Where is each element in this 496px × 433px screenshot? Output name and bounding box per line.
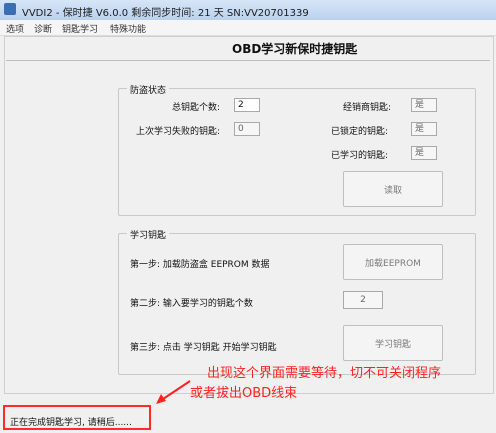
annotation-arrow-icon <box>156 380 191 404</box>
key-count-field[interactable]: 2 <box>343 291 383 309</box>
dealer-key-field: 是 <box>411 98 437 112</box>
total-keys-label: 总钥匙个数: <box>172 103 221 113</box>
title-bar: VVDI2 - 保时捷 V6.0.0 剩余同步时间: 21 天 SN:VV207… <box>0 0 496 20</box>
locked-key-label: 已锁定的钥匙: <box>331 127 389 137</box>
learned-key-field: 是 <box>411 146 437 160</box>
learned-key-label: 已学习的钥匙: <box>331 151 389 161</box>
menu-bar: 选项 诊断 钥匙学习 特殊功能 <box>0 20 496 36</box>
page-title: OBD学习新保时捷钥匙 <box>232 42 358 56</box>
menu-special[interactable]: 特殊功能 <box>110 22 146 35</box>
total-keys-field[interactable]: 2 <box>234 98 260 112</box>
app-icon <box>4 3 16 15</box>
immobilizer-status-legend: 防盗状态 <box>127 83 170 96</box>
dealer-key-label: 经销商钥匙: <box>343 103 392 113</box>
annotation-line1: 出现这个界面需要等待，切不可关闭程序 <box>207 366 442 381</box>
window-title: VVDI2 - 保时捷 V6.0.0 剩余同步时间: 21 天 SN:VV207… <box>22 8 309 19</box>
learn-key-button[interactable]: 学习钥匙 <box>343 325 443 361</box>
menu-diagnose[interactable]: 诊断 <box>34 22 52 35</box>
menu-options[interactable]: 选项 <box>6 22 24 35</box>
title-divider <box>6 60 490 61</box>
last-failed-field: 0 <box>234 122 260 136</box>
annotation-line2: 或者拔出OBD线束 <box>190 386 298 401</box>
load-eeprom-button[interactable]: 加载EEPROM <box>343 244 443 280</box>
status-text: 正在完成钥匙学习, 请稍后...... <box>10 418 132 428</box>
menu-key-learn[interactable]: 钥匙学习 <box>62 22 98 35</box>
step2-label: 第二步: 输入要学习的钥匙个数 <box>130 299 253 309</box>
last-failed-label: 上次学习失败的钥匙: <box>136 127 221 137</box>
step3-label: 第三步: 点击 学习钥匙 开始学习钥匙 <box>130 343 277 353</box>
locked-key-field: 是 <box>411 122 437 136</box>
step1-label: 第一步: 加载防盗盒 EEPROM 数据 <box>130 260 270 270</box>
read-button[interactable]: 读取 <box>343 171 443 207</box>
learn-key-legend: 学习钥匙 <box>127 228 170 241</box>
